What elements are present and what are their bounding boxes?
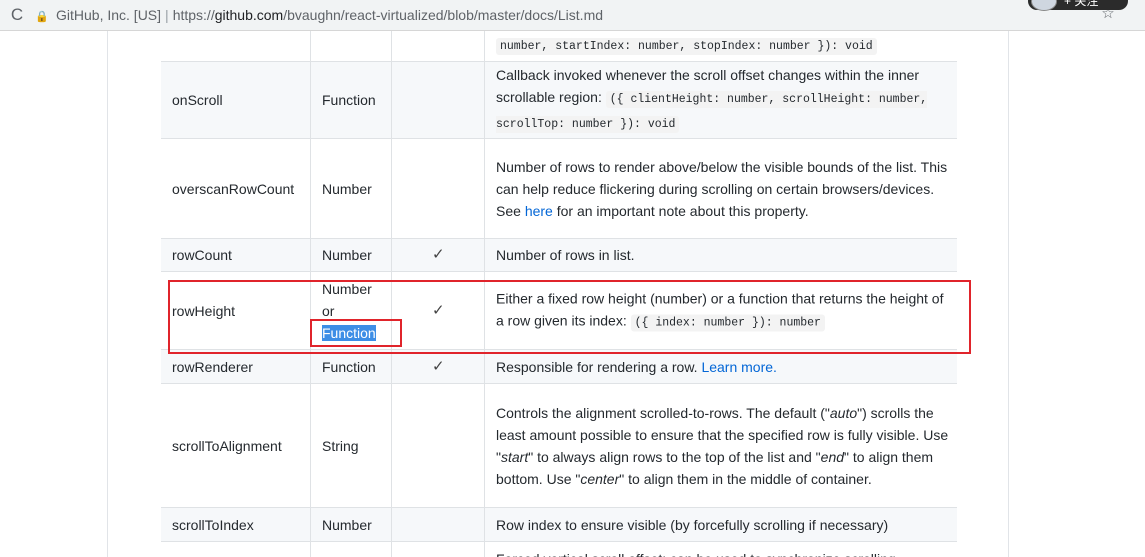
cell-description: number, startIndex: number, stopIndex: n… [485,31,957,61]
address-separator: | [165,7,169,23]
cell-required [392,31,485,61]
emphasis-text: start [500,448,529,465]
cell-required [392,542,485,557]
property-name: scrollToAlignment [172,437,282,454]
property-name: rowRenderer [172,358,253,375]
url-path: /bvaughn/react-virtualized/blob/master/d… [283,7,604,23]
reload-icon[interactable]: C [6,4,28,26]
address-bar[interactable]: 🔒 GitHub, Inc. [US] | https://github.com/bv… [34,3,1034,27]
description-text: Controls the alignment scrolled-to-rows.… [496,404,830,421]
property-type: String [322,437,359,454]
url-scheme: https:// [172,7,215,23]
row-description: Row index to ensure visible (by forceful… [496,516,889,533]
required-check-icon: ✓ [432,357,445,375]
lock-icon: 🔒 [35,11,49,23]
content-border-right [1008,31,1009,557]
table-row: scrollToIndex Number Row index to ensure… [161,508,957,542]
description-text: Responsible for rendering a row. [496,358,698,375]
row-description: Controls the alignment scrolled-to-rows.… [496,402,951,490]
learn-more-link[interactable]: Learn more. [701,359,776,375]
table-row: number, startIndex: number, stopIndex: n… [161,31,957,62]
row-description: number, startIndex: number, stopIndex: n… [496,33,951,58]
property-type: Function [322,92,376,108]
signature-code: number, startIndex: number, stopIndex: n… [496,38,877,55]
description-text: " to align them in the middle of contain… [619,470,872,487]
browser-toolbar: C 🔒 GitHub, Inc. [US] | https://github.com/… [0,0,1145,31]
row-description: Responsible for rendering a row. Learn m… [496,356,951,378]
property-type: Number [322,180,372,197]
description-text: " to always align rows to the top of the… [528,448,821,465]
row-description: Forced vertical scroll offset; can be us… [496,548,951,557]
type-highlight-box [310,319,402,347]
table-row: onScroll Function Callback invoked whene… [161,62,957,139]
emphasis-text: end [820,448,845,465]
property-name: scrollToIndex [172,516,254,533]
cell-property [161,542,311,557]
here-link[interactable]: here [525,203,553,219]
description-text: for an important note about this propert… [556,202,809,219]
row-description: Number of rows in list. [496,247,635,263]
url-host: github.com [214,7,284,23]
property-name: overscanRowCount [172,180,295,197]
table-row: overscanRowCount Number Number of rows t… [161,139,957,239]
cell-description: Forced vertical scroll offset; can be us… [485,542,957,557]
property-type: Number [322,516,372,533]
table-row: rowCount Number ✓ Number of rows in list… [161,239,957,272]
cell-type [311,31,392,61]
emphasis-text: auto [829,404,858,421]
property-type: Number [322,247,372,263]
content-border-left [107,31,108,557]
emphasis-text: center [580,470,620,487]
property-name: onScroll [172,92,223,108]
row-highlight-box [168,280,971,354]
site-organization: GitHub, Inc. [US] [56,7,162,23]
cell-type [311,542,392,557]
cell-property [161,31,311,61]
page-content: number, startIndex: number, stopIndex: n… [0,31,1145,557]
property-name: rowCount [172,247,232,263]
table-row: rowRenderer Function ✓ Responsible for r… [161,350,957,384]
property-type: Function [322,358,376,375]
row-description: Number of rows to render above/below the… [496,156,951,222]
required-check-icon: ✓ [432,246,445,263]
table-row: Forced vertical scroll offset; can be us… [161,542,957,557]
row-description: Callback invoked whenever the scroll off… [496,64,951,136]
table-row: scrollToAlignment String Controls the al… [161,384,957,508]
